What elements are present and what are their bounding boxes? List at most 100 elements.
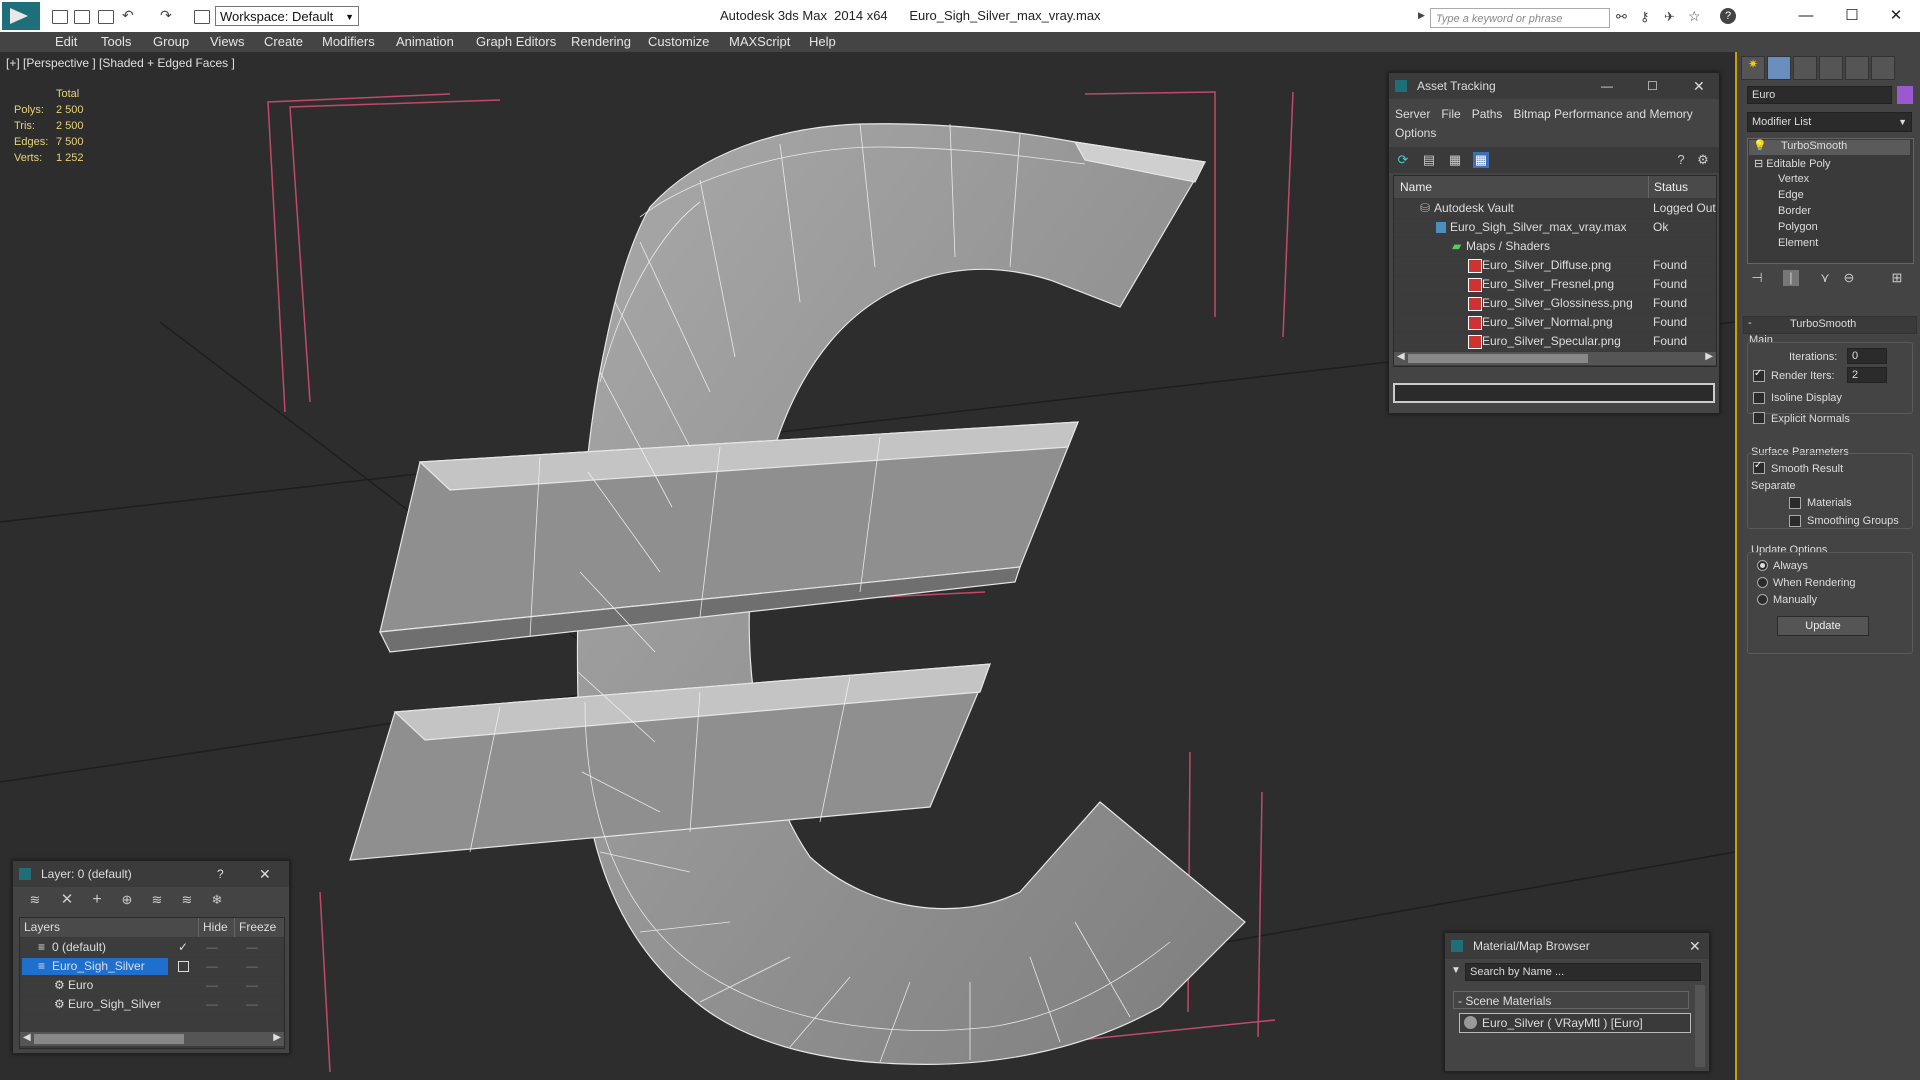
lightbulb-icon[interactable]: 💡 <box>1753 139 1767 152</box>
hide-toggle[interactable]: — <box>206 938 218 957</box>
close-button[interactable]: ✕ <box>1693 73 1705 99</box>
menu-customize[interactable]: Customize <box>648 34 709 49</box>
maximize-button[interactable]: ☐ <box>1830 4 1874 28</box>
layer-titlebar[interactable]: Layer: 0 (default) ? ✕ <box>13 861 289 887</box>
save-file-icon[interactable] <box>98 10 114 24</box>
update-button[interactable]: Update <box>1777 616 1869 636</box>
scene-materials-header[interactable]: - Scene Materials <box>1453 991 1689 1009</box>
communication-icon[interactable]: ✈ <box>1664 9 1675 25</box>
menu-views[interactable]: Views <box>210 34 244 49</box>
column-status-header[interactable]: Status <box>1648 176 1688 198</box>
delete-layer-icon[interactable]: ✕ <box>59 892 75 908</box>
close-button[interactable]: ✕ <box>1689 933 1701 959</box>
help-icon[interactable]: ? <box>1673 152 1689 168</box>
remove-modifier-icon[interactable]: ⊖ <box>1841 270 1857 286</box>
stack-item-vertex[interactable]: Vertex <box>1778 173 1809 185</box>
asset-menu-file[interactable]: File <box>1441 107 1460 121</box>
menu-group[interactable]: Group <box>153 34 189 49</box>
object-name-field[interactable]: Euro <box>1747 86 1892 104</box>
menu-create[interactable]: Create <box>264 34 303 49</box>
freeze-toggle[interactable]: — <box>246 957 258 976</box>
asset-row[interactable]: Euro_Silver_Fresnel.png Found <box>1394 275 1716 295</box>
favorites-star-icon[interactable]: ☆ <box>1688 8 1701 25</box>
table-view-icon[interactable]: ▦ <box>1473 152 1489 168</box>
scrollbar-thumb[interactable] <box>34 1034 184 1044</box>
column-freeze-header[interactable]: Freeze <box>234 918 276 937</box>
show-end-result-icon[interactable]: | <box>1783 270 1799 286</box>
hide-toggle[interactable]: — <box>206 995 218 1014</box>
stack-item-polygon[interactable]: Polygon <box>1778 221 1818 233</box>
help-button[interactable]: ? <box>217 861 224 887</box>
smooth-result-checkbox[interactable] <box>1753 460 1765 474</box>
menu-help[interactable]: Help <box>809 34 836 49</box>
create-tab-icon[interactable]: ✷ <box>1741 56 1765 80</box>
isoline-display-checkbox[interactable] <box>1753 392 1765 404</box>
asset-row[interactable]: ▰ Maps / Shaders <box>1394 237 1716 257</box>
materials-checkbox[interactable] <box>1789 497 1801 509</box>
highlight-layer-icon[interactable]: ≋ <box>149 892 165 908</box>
scroll-left-icon[interactable]: ◀ <box>23 1032 31 1043</box>
scroll-right-icon[interactable]: ▶ <box>273 1032 281 1043</box>
hide-all-layers-icon[interactable]: ≋ <box>179 892 195 908</box>
always-radio[interactable] <box>1757 560 1768 571</box>
freeze-toggle[interactable]: — <box>246 995 258 1014</box>
app-logo-icon[interactable] <box>2 2 40 30</box>
layer-row[interactable]: ⚙ Euro — — <box>20 976 284 996</box>
new-layer-icon[interactable]: ≋ <box>27 892 43 908</box>
new-file-icon[interactable] <box>52 10 68 24</box>
hierarchy-tab-icon[interactable] <box>1793 56 1817 80</box>
display-tab-icon[interactable] <box>1845 56 1869 80</box>
vertical-scrollbar[interactable] <box>1695 985 1705 1067</box>
render-iters-checkbox[interactable] <box>1753 368 1765 382</box>
asset-menu-options[interactable]: Options <box>1395 126 1436 140</box>
asset-menu-paths[interactable]: Paths <box>1472 107 1503 121</box>
active-layer-box[interactable] <box>178 961 189 972</box>
asset-row[interactable]: Euro_Silver_Normal.png Found <box>1394 313 1716 333</box>
hide-toggle[interactable]: — <box>206 957 218 976</box>
configure-modifier-sets-icon[interactable]: ⊞ <box>1889 270 1905 286</box>
column-name-header[interactable]: Name <box>1400 176 1432 198</box>
layer-row[interactable]: ⚙ Euro_Sigh_Silver — — <box>20 995 284 1015</box>
modifier-list-dropdown[interactable]: Modifier List ▼ <box>1747 112 1912 132</box>
menu-rendering[interactable]: Rendering <box>571 34 631 49</box>
asset-menu-bitmap[interactable]: Bitmap Performance and Memory <box>1513 107 1692 121</box>
asset-menu-server[interactable]: Server <box>1395 107 1430 121</box>
close-button[interactable]: ✕ <box>259 861 271 887</box>
manually-radio[interactable] <box>1757 594 1768 605</box>
modify-tab-icon[interactable] <box>1767 56 1791 80</box>
freeze-all-layers-icon[interactable]: ❄ <box>209 892 225 908</box>
menu-maxscript[interactable]: MAXScript <box>729 34 790 49</box>
thumbnail-view-icon[interactable]: ▦ <box>1447 152 1463 168</box>
undo-icon[interactable]: ↶ <box>122 7 134 24</box>
search-input[interactable]: Type a keyword or phrase <box>1430 8 1610 28</box>
minimize-button[interactable]: — <box>1601 73 1613 99</box>
menu-tools[interactable]: Tools <box>101 34 131 49</box>
refresh-icon[interactable]: ⟳ <box>1395 152 1411 168</box>
material-item[interactable]: Euro_Silver ( VRayMtl ) [Euro] <box>1459 1013 1691 1033</box>
horizontal-scrollbar[interactable]: ◀ ▶ <box>1394 351 1716 365</box>
active-layer-check-icon[interactable]: ✓ <box>178 938 188 957</box>
scroll-right-icon[interactable]: ▶ <box>1705 351 1713 362</box>
minimize-button[interactable]: — <box>1784 4 1828 28</box>
settings-icon[interactable]: ⚙ <box>1695 152 1711 168</box>
list-view-icon[interactable]: ▤ <box>1421 152 1437 168</box>
freeze-toggle[interactable]: — <box>246 976 258 995</box>
asset-row[interactable]: Euro_Silver_Specular.png Found <box>1394 332 1716 352</box>
turbosmooth-rollout-header[interactable]: - TurboSmooth <box>1743 316 1917 334</box>
menu-graph-editors[interactable]: Graph Editors <box>476 34 556 49</box>
workspace-dropdown[interactable]: Workspace: Default ▼ <box>215 6 359 26</box>
object-color-swatch[interactable] <box>1897 86 1913 104</box>
iterations-spinner[interactable]: 0 <box>1847 348 1887 364</box>
layer-row[interactable]: ≡ 0 (default) ✓ — — <box>20 938 284 958</box>
asset-row[interactable]: Euro_Sigh_Silver_max_vray.max Ok <box>1394 218 1716 238</box>
options-arrow-icon[interactable]: ▼ <box>1451 965 1461 976</box>
menu-animation[interactable]: Animation <box>396 34 454 49</box>
select-in-layer-icon[interactable]: ⊕ <box>119 892 135 908</box>
asset-tracking-titlebar[interactable]: Asset Tracking — ☐ ✕ <box>1389 73 1719 99</box>
column-hide-header[interactable]: Hide <box>198 918 228 937</box>
viewport-label[interactable]: [+] [Perspective ] [Shaded + Edged Faces… <box>6 56 235 70</box>
stack-item-turbosmooth[interactable]: 💡 TurboSmooth <box>1749 140 1910 155</box>
pin-stack-icon[interactable]: ⊣ <box>1749 270 1765 286</box>
menu-edit[interactable]: Edit <box>55 34 77 49</box>
hide-toggle[interactable]: — <box>206 976 218 995</box>
